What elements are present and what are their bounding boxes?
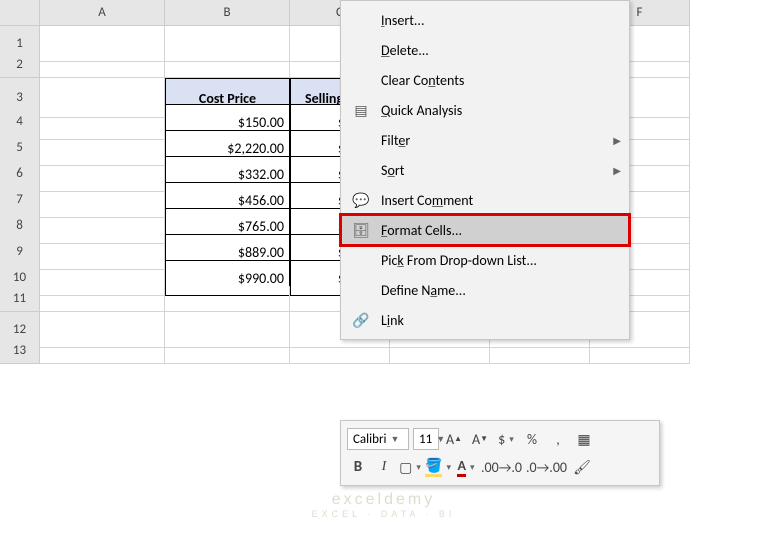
menu-label: Link <box>373 312 621 329</box>
cell[interactable] <box>40 52 165 78</box>
mini-toolbar: Calibri▼ 11▼ A▲ A▼ $▾ % , ▦ B I ▢▾ 🪣▾ A▾… <box>340 420 660 486</box>
menu-insert[interactable]: Insert... <box>341 5 629 35</box>
row-head-2[interactable]: 2 <box>0 52 40 78</box>
cell[interactable] <box>290 338 390 364</box>
cell[interactable] <box>165 286 290 312</box>
cell[interactable] <box>165 52 290 78</box>
font-color-button[interactable]: A▾ <box>455 456 477 478</box>
bold-button[interactable]: B <box>347 456 369 478</box>
menu-label: Filter <box>373 132 613 149</box>
menu-insert-comment[interactable]: 💬 Insert Comment <box>341 185 629 215</box>
font-name-value: Calibri <box>353 432 386 447</box>
comma-icon[interactable]: , <box>547 428 569 450</box>
menu-clear-contents[interactable]: Clear Contents <box>341 65 629 95</box>
cell[interactable] <box>165 338 290 364</box>
menu-pick-dropdown[interactable]: Pick From Drop-down List... <box>341 245 629 275</box>
submenu-arrow-icon: ▶ <box>613 164 621 177</box>
cell[interactable] <box>590 338 690 364</box>
fill-color-button[interactable]: 🪣▾ <box>425 456 451 478</box>
cell[interactable] <box>390 338 490 364</box>
menu-label: Insert... <box>373 12 621 29</box>
col-head-B[interactable]: B <box>165 0 290 26</box>
menu-quick-analysis[interactable]: ▤ Quick Analysis <box>341 95 629 125</box>
menu-define-name[interactable]: Define Name... <box>341 275 629 305</box>
watermark: exceldemy EXCEL · DATA · BI <box>312 491 456 519</box>
comment-icon: 💬 <box>349 192 373 209</box>
chevron-down-icon: ▼ <box>386 434 399 445</box>
select-all-corner[interactable] <box>0 0 40 26</box>
menu-link[interactable]: 🔗 Link <box>341 305 629 335</box>
format-table-icon[interactable]: ▦ <box>573 428 595 450</box>
menu-label: Insert Comment <box>373 192 621 209</box>
submenu-arrow-icon: ▶ <box>613 134 621 147</box>
menu-delete[interactable]: Delete... <box>341 35 629 65</box>
font-size-select[interactable]: 11▼ <box>413 428 439 450</box>
menu-label: Format Cells... <box>373 222 621 239</box>
font-size-value: 11 <box>419 432 432 447</box>
cell[interactable] <box>40 338 165 364</box>
context-menu: Insert... Delete... Clear Contents ▤ Qui… <box>340 0 630 340</box>
link-icon: 🔗 <box>349 312 373 329</box>
quick-analysis-icon: ▤ <box>349 102 373 119</box>
row-head-13[interactable]: 13 <box>0 338 40 364</box>
format-cells-icon: 🗄 <box>349 222 373 239</box>
menu-sort[interactable]: Sort ▶ <box>341 155 629 185</box>
cell[interactable] <box>490 338 590 364</box>
format-painter-icon[interactable]: 🖌 <box>571 456 593 478</box>
cell[interactable] <box>40 286 165 312</box>
font-name-select[interactable]: Calibri▼ <box>347 428 409 450</box>
menu-filter[interactable]: Filter ▶ <box>341 125 629 155</box>
decrease-font-icon[interactable]: A▼ <box>469 428 491 450</box>
col-head-A[interactable]: A <box>40 0 165 26</box>
border-button[interactable]: ▢▾ <box>399 456 421 478</box>
row-head-11[interactable]: 11 <box>0 286 40 312</box>
decrease-decimal-icon[interactable]: .00→.0 <box>481 456 522 478</box>
menu-label: Quick Analysis <box>373 102 621 119</box>
menu-label: Delete... <box>373 42 621 59</box>
increase-decimal-icon[interactable]: .0→.00 <box>526 456 567 478</box>
increase-font-icon[interactable]: A▲ <box>443 428 465 450</box>
menu-format-cells[interactable]: 🗄 Format Cells... <box>341 215 629 245</box>
menu-label: Clear Contents <box>373 72 621 89</box>
percent-icon[interactable]: % <box>521 428 543 450</box>
italic-button[interactable]: I <box>373 456 395 478</box>
menu-label: Define Name... <box>373 282 621 299</box>
currency-icon[interactable]: $▾ <box>495 428 517 450</box>
menu-label: Sort <box>373 162 613 179</box>
menu-label: Pick From Drop-down List... <box>373 252 621 269</box>
